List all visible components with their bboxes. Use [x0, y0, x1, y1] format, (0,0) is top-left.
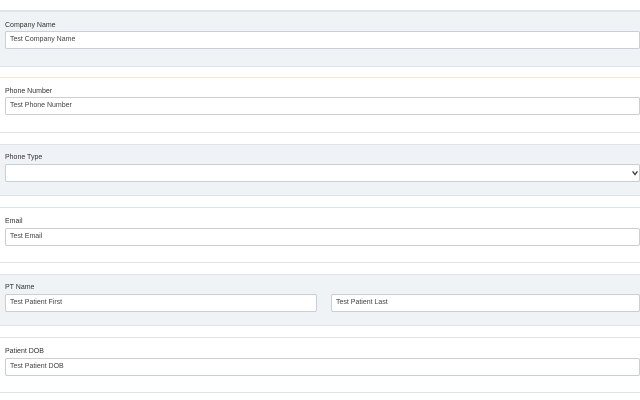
company-name-section: Company Name Test Company Name — [0, 11, 640, 67]
email-label: Email — [5, 218, 23, 225]
form-top-divider — [0, 0, 640, 11]
phone-type-select[interactable] — [5, 164, 640, 182]
patient-dob-input[interactable]: Test Patient DOB — [5, 358, 640, 376]
phone-number-input[interactable]: Test Phone Number — [5, 97, 640, 115]
phone-type-section: Phone Type — [0, 144, 640, 196]
phone-number-section: Phone Number Test Phone Number — [0, 78, 640, 133]
chevron-down-icon[interactable] — [631, 169, 639, 177]
email-section: Email Test Email — [0, 207, 640, 263]
company-name-label: Company Name — [5, 22, 56, 29]
pt-name-section: PT Name Test Patient First Test Patient … — [0, 274, 640, 326]
phone-number-label: Phone Number — [5, 88, 53, 95]
patient-form: Company Name Test Company Name Phone Num… — [0, 0, 640, 400]
patient-dob-section: Patient DOB Test Patient DOB — [0, 337, 640, 393]
pt-name-label: PT Name — [5, 284, 35, 291]
patient-last-name-input[interactable]: Test Patient Last — [331, 294, 640, 312]
phone-type-label: Phone Type — [5, 154, 43, 161]
patient-dob-label: Patient DOB — [5, 348, 44, 355]
patient-first-name-input[interactable]: Test Patient First — [5, 294, 317, 312]
company-name-input[interactable]: Test Company Name — [5, 31, 640, 49]
email-input[interactable]: Test Email — [5, 228, 640, 246]
